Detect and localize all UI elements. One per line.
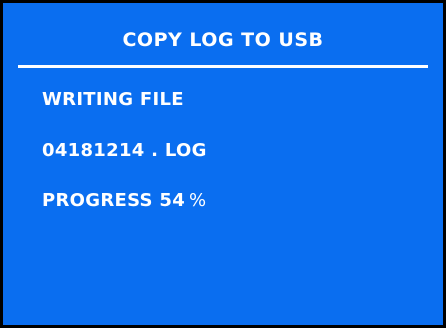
usb-copy-screen: COPY LOG TO USB WRITING FILE 04181214 . …	[0, 0, 446, 328]
file-name: 04181214 . LOG	[42, 140, 207, 161]
progress-value: 54	[159, 190, 186, 211]
progress-label: PROGRESS	[42, 190, 153, 211]
screen-title: COPY LOG TO USB	[122, 29, 324, 51]
title-divider	[18, 65, 428, 68]
status-text: WRITING FILE	[42, 89, 184, 110]
progress-unit: %	[189, 190, 207, 211]
progress-line: PROGRESS 54%	[42, 190, 206, 212]
